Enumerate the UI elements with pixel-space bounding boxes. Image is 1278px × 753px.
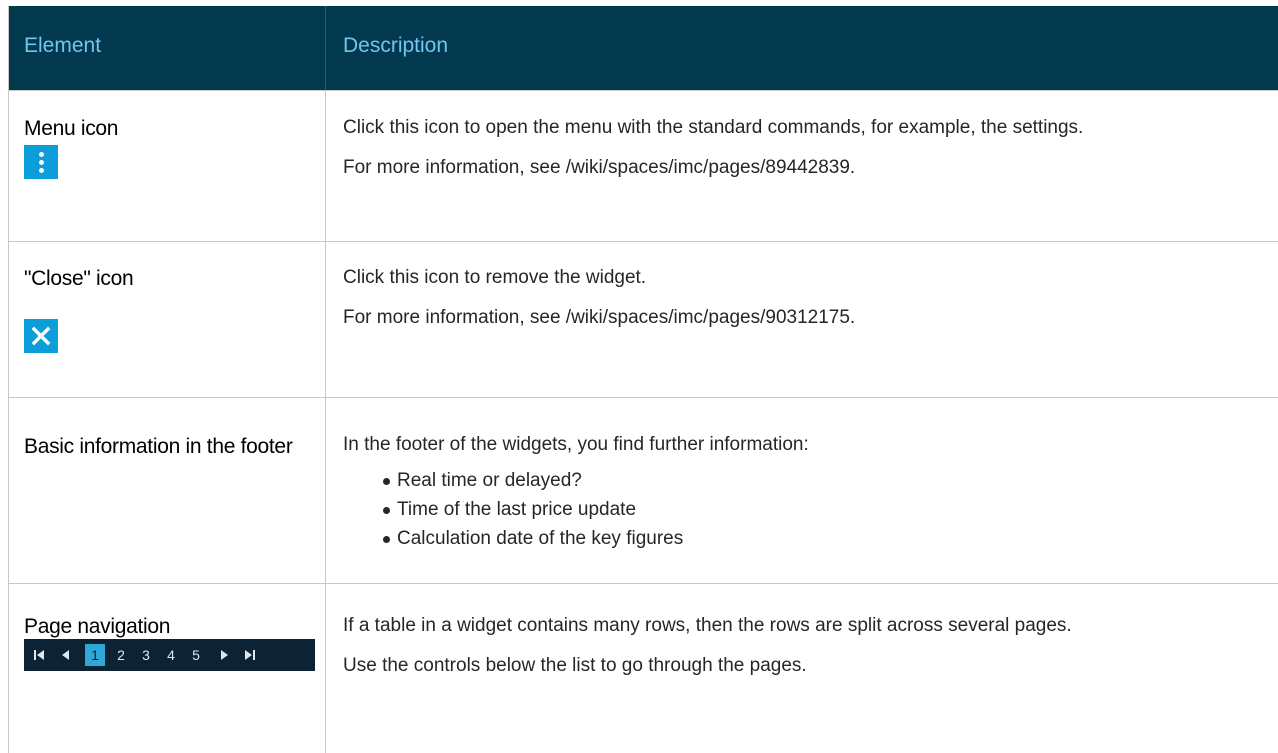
element-label-page-navigation: Page navigation <box>24 615 171 638</box>
description-menu-icon: Click this icon to open the menu with th… <box>343 113 1278 183</box>
list-item: Real time or delayed? <box>383 466 1278 495</box>
page-number: 5 <box>192 647 200 663</box>
first-page-icon <box>34 650 44 660</box>
description-paragraph: For more information, see /wiki/spaces/i… <box>343 307 856 328</box>
vertical-dots-menu-icon <box>24 145 58 179</box>
page-number: 3 <box>142 647 150 663</box>
element-label-menu-icon: Menu icon <box>24 117 119 140</box>
description-paragraph: In the footer of the widgets, you find f… <box>343 434 809 455</box>
pagination-bar: 1 2 3 4 5 <box>24 639 315 671</box>
header-description: Description <box>343 34 449 57</box>
description-paragraph: Use the controls below the list to go th… <box>343 655 807 676</box>
page-number: 2 <box>117 647 125 663</box>
element-label-close-icon: "Close" icon <box>24 267 134 290</box>
description-close-icon: Click this icon to remove the widget. Fo… <box>343 263 1278 333</box>
page-number: 4 <box>167 647 175 663</box>
menu-dot <box>39 168 44 173</box>
header-divider <box>325 6 326 90</box>
close-icon <box>24 319 58 353</box>
menu-dot <box>39 152 44 157</box>
table-row-footer-info: Basic information in the footer In the f… <box>9 398 1278 584</box>
element-label-footer-info: Basic information in the footer <box>24 435 293 458</box>
description-paragraph: If a table in a widget contains many row… <box>343 615 1072 636</box>
description-footer-info: In the footer of the widgets, you find f… <box>343 430 1278 553</box>
table-row-page-navigation: Page navigation 1 2 3 4 5 If a table in <box>9 584 1278 753</box>
table-header-row: Element Description <box>9 6 1278 91</box>
previous-page-icon <box>62 650 69 660</box>
list-item: Calculation date of the key figures <box>383 524 1278 553</box>
page-number-current: 1 <box>85 644 105 666</box>
bullet-list: Real time or delayed? Time of the last p… <box>343 466 1278 553</box>
menu-dot <box>39 160 44 165</box>
next-page-icon <box>221 650 228 660</box>
list-item: Time of the last price update <box>383 495 1278 524</box>
header-element: Element <box>24 34 102 57</box>
description-paragraph: For more information, see /wiki/spaces/i… <box>343 157 856 178</box>
reference-table: Element Description Menu icon Click this… <box>8 6 1278 753</box>
table-row-close-icon: "Close" icon Click this icon to remove t… <box>9 242 1278 398</box>
last-page-icon <box>245 650 255 660</box>
description-paragraph: Click this icon to open the menu with th… <box>343 117 1084 138</box>
description-page-navigation: If a table in a widget contains many row… <box>343 611 1278 681</box>
table-row-menu-icon: Menu icon Click this icon to open the me… <box>9 91 1278 242</box>
description-paragraph: Click this icon to remove the widget. <box>343 267 647 288</box>
